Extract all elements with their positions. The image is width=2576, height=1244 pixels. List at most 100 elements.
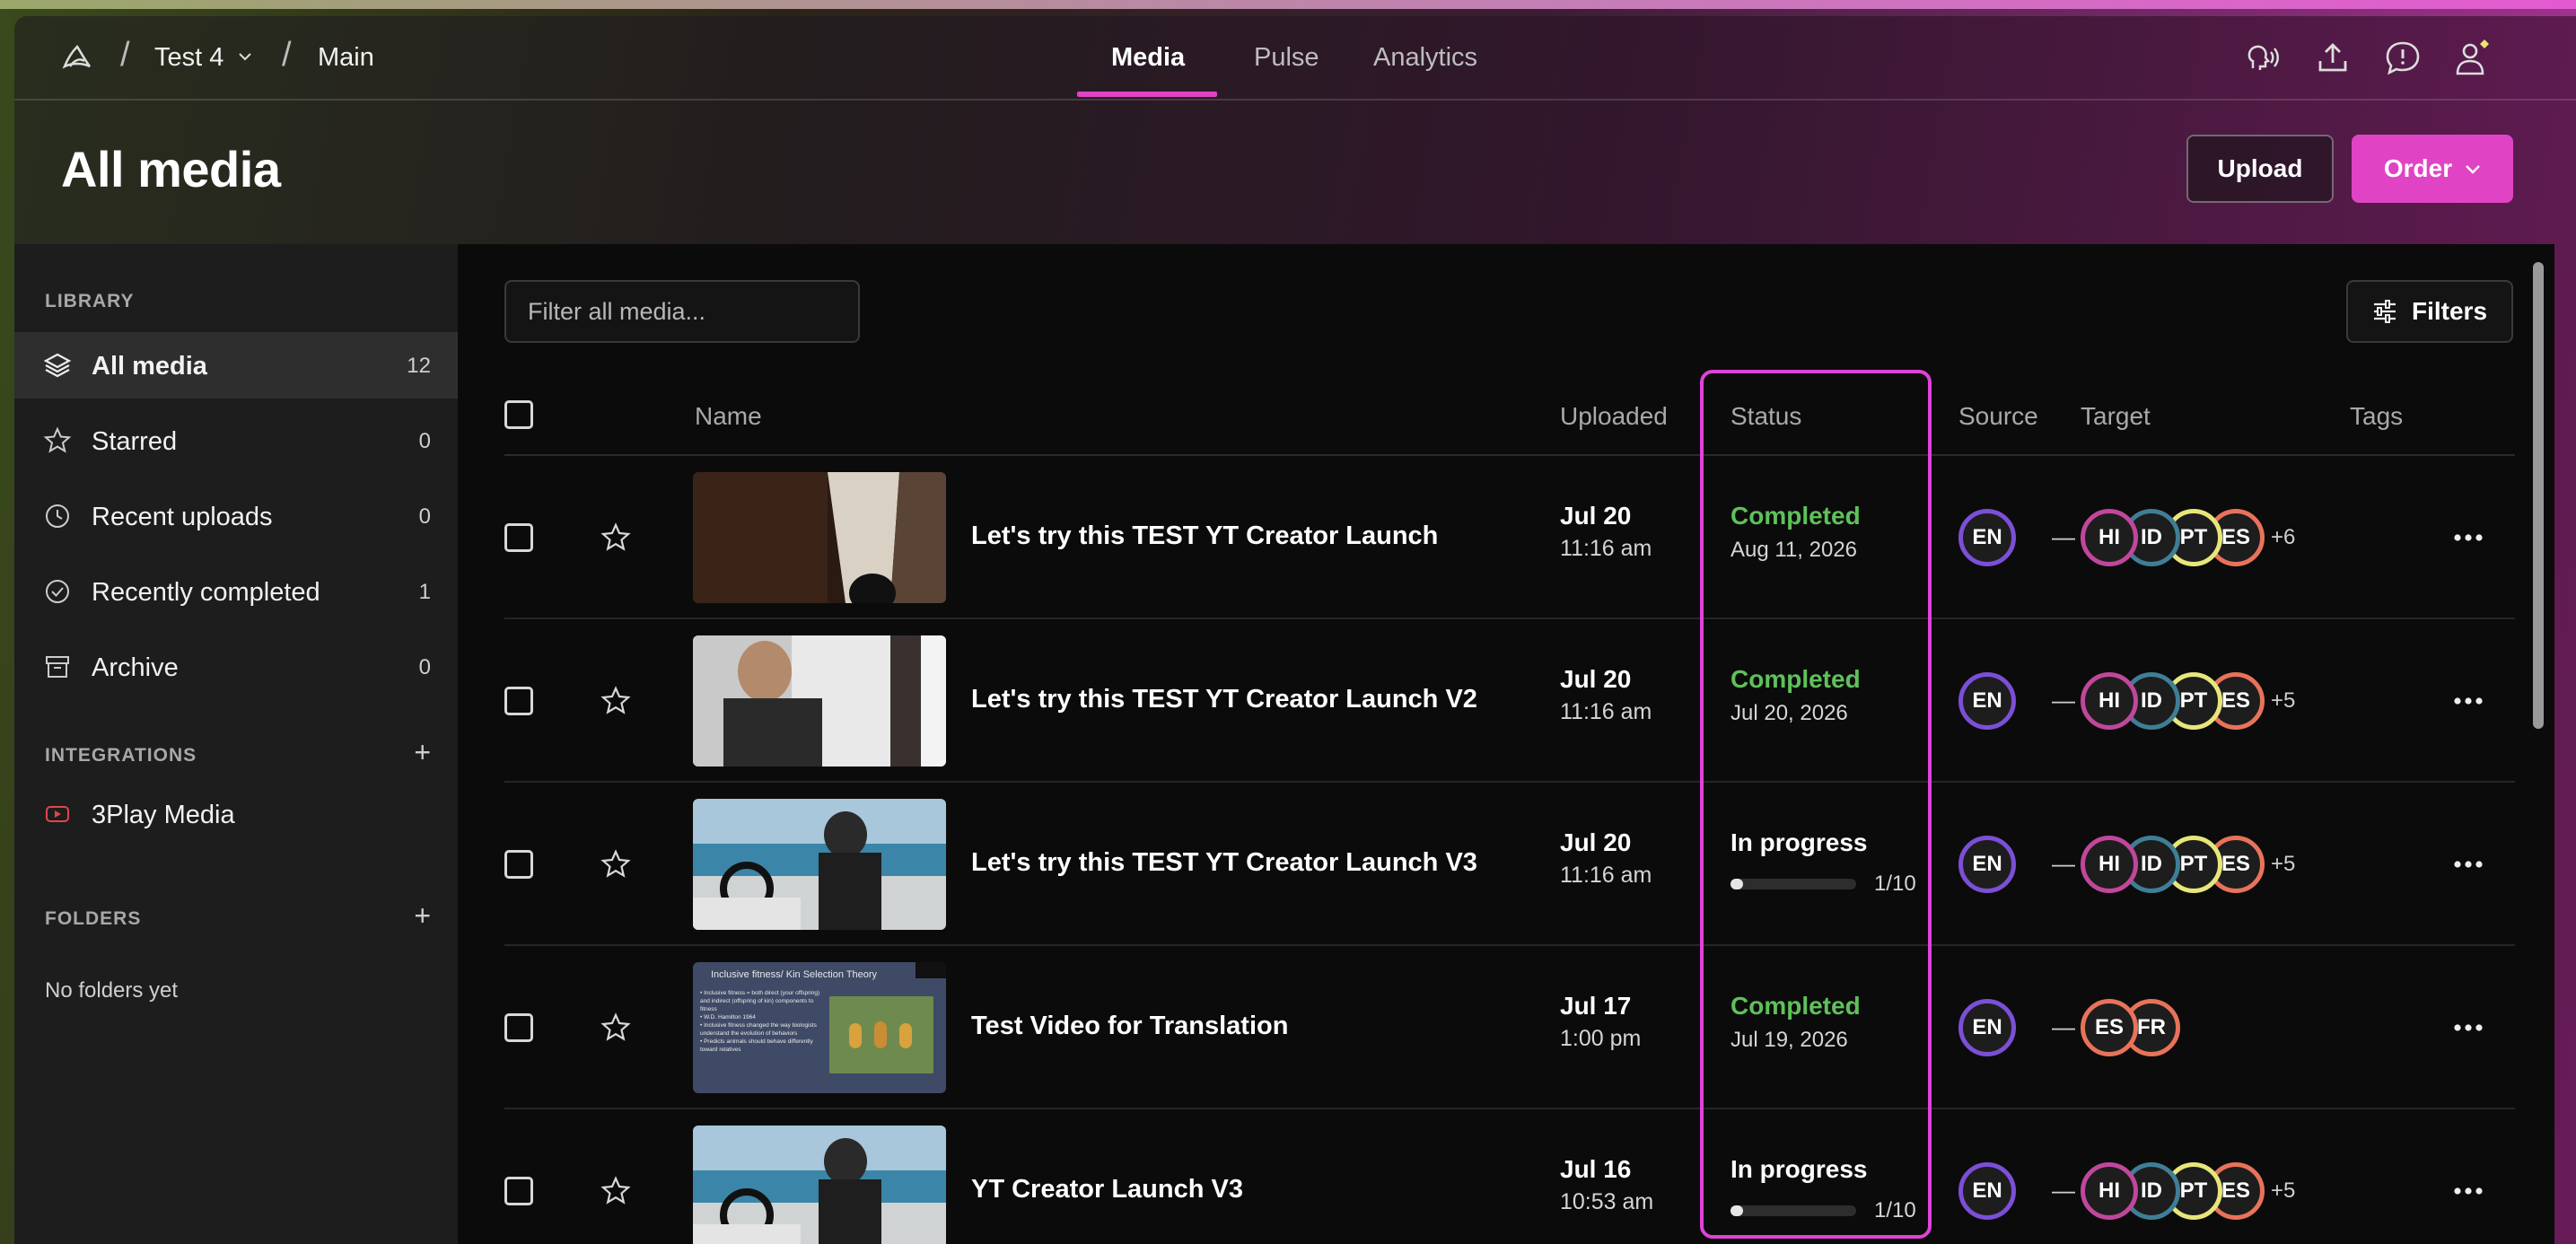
tags-empty[interactable]: — xyxy=(2052,1177,2075,1205)
star-icon[interactable] xyxy=(600,1175,632,1207)
app-window: / Test 4 / Main Media Pulse Analytics Al xyxy=(14,16,2576,1244)
status-badge: Completed xyxy=(1730,665,1861,693)
column-header-target[interactable]: Target xyxy=(2081,402,2151,431)
source-language-badge[interactable]: EN xyxy=(1958,999,2016,1056)
sidebar-item-recent-uploads[interactable]: Recent uploads 0 xyxy=(14,483,458,549)
source-language-badge[interactable]: EN xyxy=(1958,509,2016,566)
select-all-checkbox[interactable] xyxy=(504,400,533,429)
chat-support-icon[interactable] xyxy=(2382,38,2423,79)
user-account-icon[interactable] xyxy=(2452,38,2493,79)
slide-bullet: • Inclusive fitness = both direct (your … xyxy=(700,990,820,1012)
slide-bullet: • Predicts animals should behave differe… xyxy=(700,1038,813,1053)
window-frame: / Test 4 / Main Media Pulse Analytics Al xyxy=(0,0,2576,1244)
row-checkbox[interactable] xyxy=(504,1013,533,1042)
row-checkbox[interactable] xyxy=(504,523,533,552)
slide-bullet: • Inclusive fitness changed the way biol… xyxy=(700,1022,817,1037)
progress-bar-fill xyxy=(1730,879,1743,889)
uploaded-date: Jul 17 xyxy=(1560,992,1632,1020)
tab-media[interactable]: Media xyxy=(1111,43,1185,73)
source-language-badge[interactable]: EN xyxy=(1958,836,2016,893)
source-language-badge[interactable]: EN xyxy=(1958,672,2016,730)
media-thumbnail[interactable] xyxy=(693,1126,946,1244)
column-header-source[interactable]: Source xyxy=(1958,402,2038,431)
more-actions-icon[interactable] xyxy=(2452,1186,2484,1196)
more-actions-icon[interactable] xyxy=(2452,1022,2484,1033)
target-language-badge[interactable]: HI xyxy=(2081,672,2138,730)
library-heading: LIBRARY xyxy=(45,291,135,311)
status-badge: In progress xyxy=(1730,828,1868,856)
source-language-badge[interactable]: EN xyxy=(1958,1162,2016,1220)
sidebar-item-archive[interactable]: Archive 0 xyxy=(14,634,458,700)
column-header-name[interactable]: Name xyxy=(695,402,762,431)
more-languages-count[interactable]: +5 xyxy=(2271,688,2295,714)
status-date: Aug 11, 2026 xyxy=(1730,538,1858,562)
tab-pulse[interactable]: Pulse xyxy=(1254,43,1319,73)
sidebar-item-3play-media[interactable]: 3Play Media xyxy=(14,781,458,847)
sidebar-item-recently-completed[interactable]: Recently completed 1 xyxy=(14,558,458,625)
more-actions-icon[interactable] xyxy=(2452,532,2484,543)
media-thumbnail[interactable] xyxy=(693,635,946,767)
tags-empty[interactable]: — xyxy=(2052,687,2075,714)
upload-icon[interactable] xyxy=(2312,38,2353,79)
scrollbar[interactable] xyxy=(2522,244,2554,1244)
target-language-badge[interactable]: HI xyxy=(2081,1162,2138,1220)
more-languages-count[interactable]: +5 xyxy=(2271,852,2295,877)
add-integration-button[interactable]: + xyxy=(414,736,431,769)
row-checkbox[interactable] xyxy=(504,850,533,879)
more-languages-count[interactable]: +5 xyxy=(2271,1178,2295,1204)
tags-empty[interactable]: — xyxy=(2052,850,2075,878)
logo-icon[interactable] xyxy=(59,39,95,75)
column-header-tags[interactable]: Tags xyxy=(2350,402,2403,431)
table-row[interactable]: Inclusive fitness/ Kin Selection Theory … xyxy=(458,946,2522,1109)
row-checkbox[interactable] xyxy=(504,687,533,715)
star-icon[interactable] xyxy=(600,521,632,554)
tags-empty[interactable]: — xyxy=(2052,523,2075,551)
sidebar-item-count: 12 xyxy=(407,354,431,378)
more-actions-icon[interactable] xyxy=(2452,859,2484,870)
audio-voice-icon[interactable] xyxy=(2240,38,2282,79)
uploaded-date: Jul 16 xyxy=(1560,1155,1632,1183)
star-icon[interactable] xyxy=(600,848,632,880)
star-icon[interactable] xyxy=(600,1012,632,1044)
sidebar-item-label: Archive xyxy=(92,653,179,682)
filters-button[interactable]: Filters xyxy=(2346,280,2513,343)
media-thumbnail[interactable] xyxy=(693,472,946,603)
media-thumbnail[interactable] xyxy=(693,799,946,930)
layers-icon xyxy=(43,353,72,378)
chevron-down-icon[interactable] xyxy=(239,50,251,63)
column-header-uploaded[interactable]: Uploaded xyxy=(1560,402,1668,431)
column-header-status[interactable]: Status xyxy=(1730,402,1801,431)
tab-analytics[interactable]: Analytics xyxy=(1373,43,1477,73)
target-language-badge[interactable]: HI xyxy=(2081,509,2138,566)
sidebar-item-starred[interactable]: Starred 0 xyxy=(14,407,458,474)
media-name[interactable]: Let's try this TEST YT Creator Launch V3 xyxy=(971,848,1477,878)
table-row[interactable]: Let's try this TEST YT Creator Launch V2… xyxy=(458,619,2522,783)
breadcrumb-separator: / xyxy=(282,36,292,74)
more-languages-count[interactable]: +6 xyxy=(2271,525,2295,550)
row-checkbox[interactable] xyxy=(504,1177,533,1205)
more-actions-icon[interactable] xyxy=(2452,696,2484,706)
media-name[interactable]: Let's try this TEST YT Creator Launch V2 xyxy=(971,685,1477,714)
status-date: Jul 19, 2026 xyxy=(1730,1028,1848,1052)
breadcrumb-workspace[interactable]: Test 4 xyxy=(154,43,223,73)
target-language-badge[interactable]: HI xyxy=(2081,836,2138,893)
add-folder-button[interactable]: + xyxy=(414,899,431,933)
uploaded-time: 11:16 am xyxy=(1560,699,1652,724)
upload-button[interactable]: Upload xyxy=(2186,135,2334,203)
media-thumbnail[interactable]: Inclusive fitness/ Kin Selection Theory … xyxy=(693,962,946,1093)
media-name[interactable]: Let's try this TEST YT Creator Launch xyxy=(971,521,1438,551)
media-name[interactable]: YT Creator Launch V3 xyxy=(971,1175,1243,1205)
sidebar-item-all-media[interactable]: All media 12 xyxy=(14,332,458,399)
table-row[interactable]: Let's try this TEST YT Creator Launch Jul… xyxy=(458,456,2522,619)
star-icon[interactable] xyxy=(600,685,632,717)
scrollbar-thumb[interactable] xyxy=(2533,262,2544,729)
top-nav: / Test 4 / Main Media Pulse Analytics xyxy=(14,16,2576,101)
order-button[interactable]: Order xyxy=(2352,135,2513,203)
tags-empty[interactable]: — xyxy=(2052,1013,2075,1041)
table-row[interactable]: Let's try this TEST YT Creator Launch V3… xyxy=(458,783,2522,946)
table-row[interactable]: YT Creator Launch V3 Jul 16 10:53 am In pro… xyxy=(458,1109,2522,1244)
breadcrumb-page[interactable]: Main xyxy=(318,43,374,73)
media-name[interactable]: Test Video for Translation xyxy=(971,1012,1288,1041)
target-language-badge[interactable]: ES xyxy=(2081,999,2138,1056)
filter-input[interactable] xyxy=(504,280,860,343)
